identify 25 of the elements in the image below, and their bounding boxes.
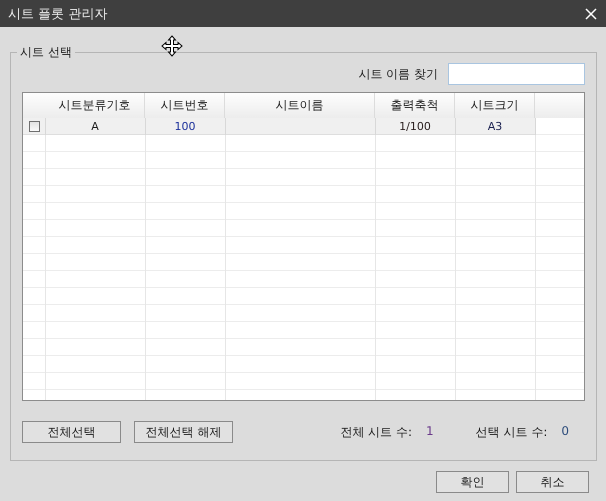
- window-title: 시트 플롯 관리자: [8, 6, 108, 22]
- count-label: 전체 시트 수:: [340, 424, 412, 440]
- count-value: 0: [561, 424, 569, 440]
- column-header[interactable]: 시트번호: [145, 93, 225, 118]
- select-button[interactable]: 전체선택 해제: [134, 421, 233, 443]
- column-header[interactable]: 시트이름: [225, 93, 375, 118]
- dialog-button[interactable]: 취소: [516, 471, 589, 493]
- table-cell: A3: [488, 120, 502, 133]
- move-cursor-icon: [161, 35, 183, 57]
- table-cell: 1/100: [399, 120, 431, 133]
- search-field[interactable]: [448, 63, 585, 85]
- table-cell: 100: [174, 120, 196, 133]
- count-label: 선택 시트 수:: [476, 424, 548, 440]
- table-row[interactable]: A 100 1/100 A3: [23, 118, 536, 135]
- group-label: 시트 선택: [17, 44, 75, 61]
- checkbox[interactable]: [28, 121, 40, 132]
- column-header[interactable]: 시트분류기호: [45, 93, 145, 118]
- dialog-button[interactable]: 확인: [436, 471, 509, 493]
- column-header[interactable]: 시트크기: [455, 93, 535, 118]
- column-header[interactable]: 출력축척: [375, 93, 455, 118]
- table-cell: A: [91, 120, 99, 133]
- close-icon[interactable]: [585, 8, 597, 20]
- count-value: 1: [426, 424, 434, 440]
- search-label: 시트 이름 찾기: [358, 66, 438, 82]
- select-button[interactable]: 전체선택: [22, 421, 121, 443]
